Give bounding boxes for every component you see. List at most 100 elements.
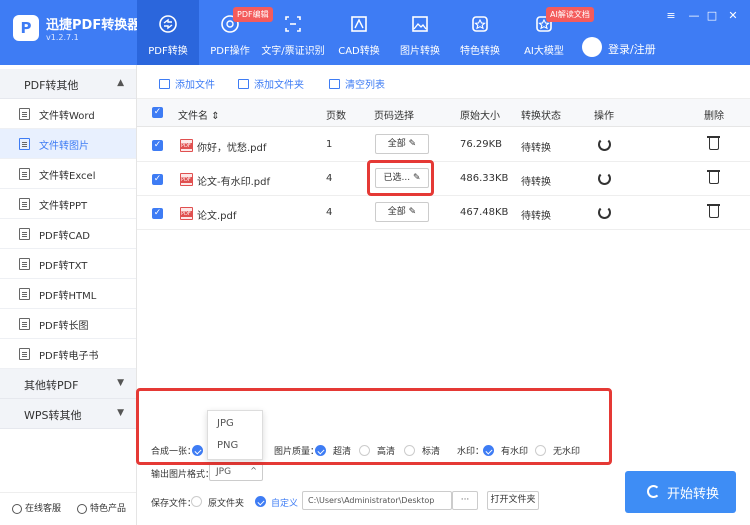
sidebar-item-label: 文件转图片 [39,141,89,152]
page-count: 4 [326,173,333,184]
menu-icon[interactable]: ≡ [663,8,679,24]
add-file-button[interactable]: 添加文件 [159,76,215,91]
browse-button[interactable]: ··· [452,491,478,510]
tab-special[interactable]: 特色转换 [455,0,505,65]
sort-icon: ⇕ [211,111,220,122]
format-dropdown: JPG PNG [207,410,263,460]
sidebar-item-label: PDF转HTML [39,291,97,302]
section-other-to-pdf[interactable]: 其他转PDF ▼ [0,369,136,399]
table-header: ✓ 文件名 ⇕ 页数 页码选择 原始大小 转换状态 操作 删除 [137,99,750,127]
page-select-label: 全部 [387,207,406,217]
column-filename-label: 文件名 [178,111,208,122]
row-checkbox[interactable]: ✓ [152,140,163,151]
ebook-file-icon [19,348,30,360]
select-all-checkbox[interactable]: ✓ [152,107,163,118]
sidebar-item-to-image[interactable]: 文件转图片 [0,129,136,159]
format-select[interactable]: JPG ^ [209,463,263,481]
table-row: ✓ 论文.pdf 4 全部 ✎ 467.48KB 待转换 [137,196,750,230]
section-title: PDF转其他 [24,79,79,92]
tab-label: CAD转换 [338,46,380,57]
save-radio-source[interactable] [191,496,202,507]
refresh-icon[interactable] [598,172,611,185]
sidebar-item-to-cad[interactable]: PDF转CAD [0,219,136,249]
page-select-button[interactable]: 全部 ✎ [375,134,429,154]
add-folder-button[interactable]: 添加文件夹 [238,76,304,91]
maximize-icon[interactable]: □ [704,8,720,24]
trash-icon[interactable] [707,136,720,150]
convert-status: 待转换 [521,143,551,154]
page-count: 1 [326,139,333,150]
clear-list-icon [329,79,340,89]
tab-ocr[interactable]: 文字/票证识别 [258,0,328,65]
avatar [582,37,602,57]
image-icon [412,16,428,32]
page-count: 4 [326,207,333,218]
column-size: 原始大小 [460,111,500,122]
save-custom-label: 自定义 [271,499,299,509]
app-logo-icon: P [13,15,39,41]
add-folder-icon [238,79,249,89]
tab-pdf-convert[interactable]: PDF转换 [137,0,199,65]
excel-file-icon [19,168,30,180]
convert-status: 待转换 [521,211,551,222]
minimize-icon[interactable]: — [686,8,702,24]
app-version: v1.2.7.1 [46,33,79,42]
pdf-file-icon [180,139,193,152]
refresh-icon[interactable] [598,206,611,219]
save-radio-custom[interactable] [255,496,266,507]
sidebar-item-label: PDF转CAD [39,231,91,242]
sidebar: PDF转其他 ▲ 文件转Word 文件转图片 文件转Excel 文件转PPT P… [0,65,137,525]
sidebar-footer: 在线客服 特色产品 [0,492,136,525]
clear-list-label: 清空列表 [345,80,385,91]
image-file-icon [19,138,30,150]
word-file-icon [19,108,30,120]
tab-image[interactable]: 图片转换 [395,0,445,65]
file-size: 467.48KB [460,207,509,218]
column-delete: 删除 [704,111,724,122]
tab-label: 特色转换 [460,46,500,57]
ocr-icon [285,16,301,32]
format-option-jpg[interactable]: JPG [217,418,234,429]
format-value: JPG [216,467,232,477]
sidebar-item-to-long-image[interactable]: PDF转长图 [0,309,136,339]
sidebar-item-label: 文件转PPT [39,201,88,212]
row-checkbox[interactable]: ✓ [152,174,163,185]
page-select-button[interactable]: 全部 ✎ [375,202,429,222]
convert-icon [159,15,177,33]
section-pdf-to-other[interactable]: PDF转其他 ▲ [0,69,136,99]
column-filename[interactable]: 文件名 ⇕ [178,107,220,122]
sidebar-item-to-txt[interactable]: PDF转TXT [0,249,136,279]
online-service-button[interactable]: 在线客服 [12,501,61,514]
format-option-png[interactable]: PNG [217,440,238,451]
save-path-value: C:\Users\Administrator\Desktop [308,496,435,505]
file-name: 你好，忧愁.pdf [197,143,267,154]
save-label: 保存文件： [151,499,197,509]
tab-label: AI大模型 [524,46,564,57]
trash-icon[interactable] [707,204,720,218]
start-convert-label: 开始转换 [667,487,720,502]
sidebar-item-to-ebook[interactable]: PDF转电子书 [0,339,136,369]
file-name: 论文.pdf [197,211,237,222]
sidebar-item-to-excel[interactable]: 文件转Excel [0,159,136,189]
sidebar-item-to-word[interactable]: 文件转Word [0,99,136,129]
add-file-label: 添加文件 [175,80,215,91]
sidebar-item-to-html[interactable]: PDF转HTML [0,279,136,309]
section-wps-to-other[interactable]: WPS转其他 ▼ [0,399,136,429]
sidebar-item-to-ppt[interactable]: 文件转PPT [0,189,136,219]
sidebar-item-label: 文件转Excel [39,171,96,182]
refresh-icon[interactable] [598,138,611,151]
save-source-label: 原文件夹 [208,499,245,509]
tab-cad[interactable]: CAD转换 [334,0,384,65]
save-path-input[interactable]: C:\Users\Administrator\Desktop [302,491,452,510]
featured-products-button[interactable]: 特色产品 [77,501,126,514]
start-convert-button[interactable]: 开始转换 [625,471,736,513]
row-checkbox[interactable]: ✓ [152,208,163,219]
chevron-down-icon: ▼ [117,378,124,388]
close-icon[interactable]: ✕ [725,8,741,24]
sidebar-item-label: PDF转长图 [39,321,89,332]
open-folder-button[interactable]: 打开文件夹 [487,491,539,510]
sidebar-item-label: PDF转TXT [39,261,88,272]
trash-icon[interactable] [707,170,720,184]
top-bar: P 迅捷PDF转换器 v1.2.7.1 PDF转换 PDF操作 PDF编辑 文字… [0,0,750,65]
clear-list-button[interactable]: 清空列表 [329,76,385,91]
